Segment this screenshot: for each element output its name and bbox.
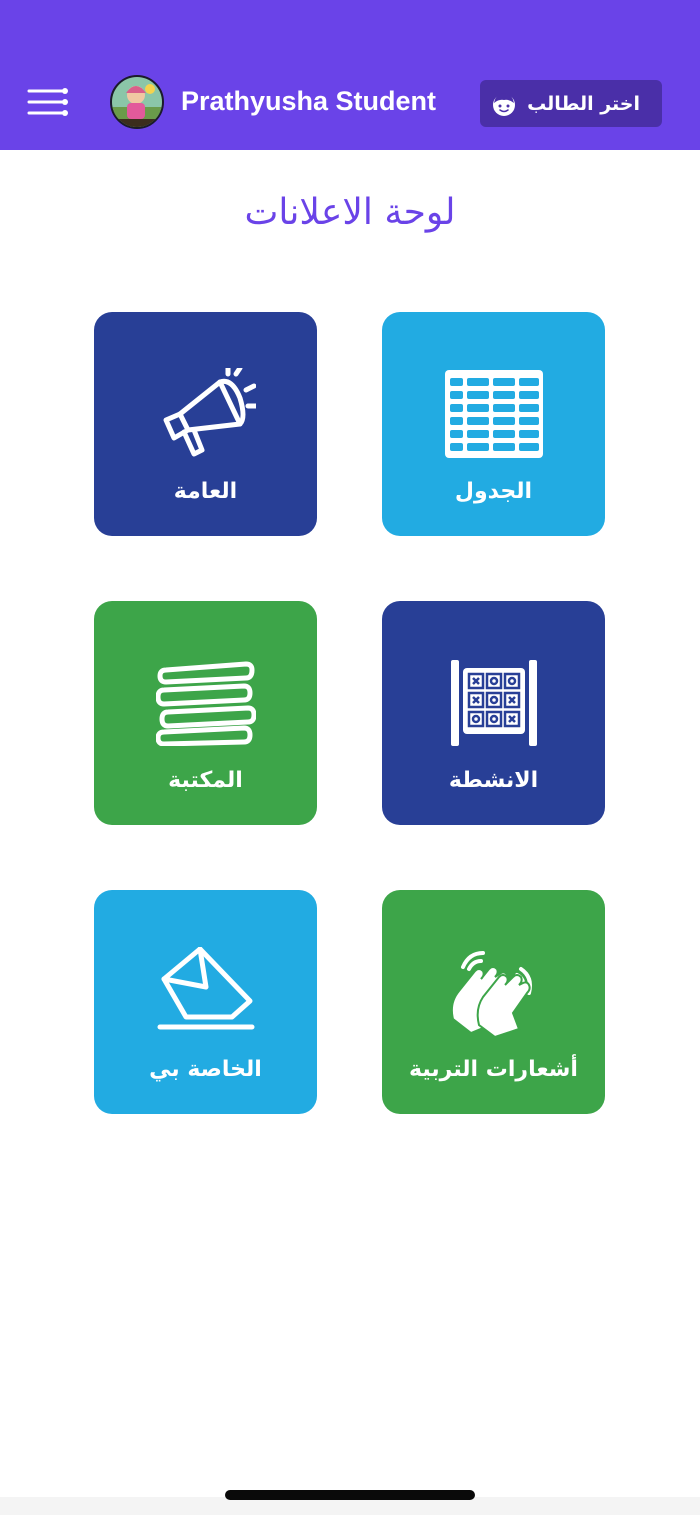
timetable-icon <box>444 370 543 458</box>
tile-education-notifications-label: أشعارات التربية <box>409 1057 578 1082</box>
tile-library[interactable]: المكتبة <box>94 601 317 825</box>
tile-library-label: المكتبة <box>168 768 243 793</box>
megaphone-icon <box>163 368 256 457</box>
tile-private-label: الخاصة بي <box>149 1057 262 1082</box>
tile-activities[interactable]: الانشطة <box>382 601 605 825</box>
student-avatar[interactable] <box>110 75 164 129</box>
envelope-icon <box>157 947 254 1030</box>
tile-timetable[interactable]: الجدول <box>382 312 605 536</box>
app-header: Prathyusha Student اختر الطالب <box>0 0 700 150</box>
page-title: لوحة الاعلانات <box>244 192 456 233</box>
hamburger-menu-icon[interactable] <box>27 88 69 118</box>
select-student-button[interactable]: اختر الطالب <box>480 80 662 127</box>
tile-general[interactable]: العامة <box>94 312 317 536</box>
app-title: Prathyusha Student <box>181 86 437 116</box>
tile-education-notifications[interactable]: أشعارات التربية <box>382 890 605 1114</box>
activities-icon <box>450 660 537 746</box>
tile-timetable-label: الجدول <box>454 479 533 504</box>
tile-activities-label: الانشطة <box>448 768 539 793</box>
avatar-illustration <box>112 77 162 127</box>
select-student-label: اختر الطالب <box>527 92 640 115</box>
clapping-hands-icon <box>450 951 532 1037</box>
books-icon <box>155 661 256 746</box>
home-indicator[interactable] <box>225 1490 475 1500</box>
tile-private[interactable]: الخاصة بي <box>94 890 317 1114</box>
kid-face-icon <box>493 93 515 116</box>
tile-general-label: العامة <box>173 479 238 504</box>
